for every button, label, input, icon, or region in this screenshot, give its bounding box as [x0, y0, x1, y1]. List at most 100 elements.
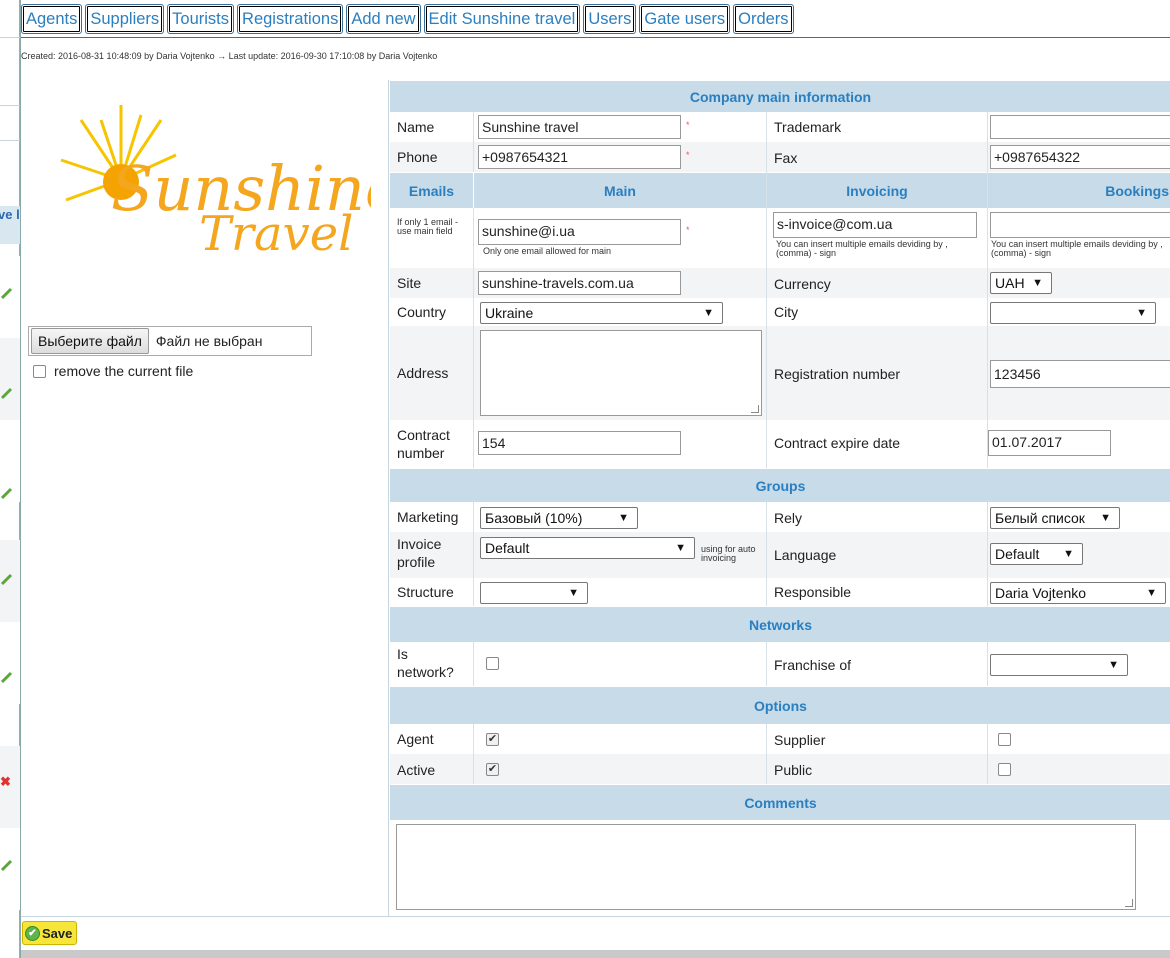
divider	[0, 140, 20, 141]
logo-file-input[interactable]: Выберите файл Файл не выбран	[28, 326, 312, 356]
rely-label: Rely	[774, 510, 803, 526]
resize-grip-icon[interactable]	[751, 405, 759, 413]
background-row	[0, 338, 20, 420]
active-checkbox[interactable]: ✔	[486, 763, 499, 776]
chevron-down-icon: ▼	[675, 542, 686, 554]
marketing-select[interactable]: Базовый (10%) ▼	[480, 507, 638, 529]
tab-orders[interactable]: Orders	[733, 4, 794, 34]
city-select[interactable]: ▼	[990, 302, 1156, 324]
divider	[987, 642, 988, 686]
tab-add-new[interactable]: Add new	[346, 4, 421, 34]
invoicing-email-header: Invoicing	[767, 172, 987, 208]
choose-file-button[interactable]: Выберите файл	[31, 328, 149, 354]
pencil-icon[interactable]	[0, 670, 14, 684]
contract-number-input[interactable]: 154	[478, 431, 681, 455]
city-label: City	[774, 304, 799, 320]
responsible-select[interactable]: Daria Vojtenko ▼	[990, 582, 1166, 604]
supplier-checkbox[interactable]	[998, 733, 1011, 746]
public-checkbox[interactable]	[998, 763, 1011, 776]
divider	[987, 724, 988, 784]
divider	[987, 502, 988, 606]
divider	[473, 112, 474, 172]
language-select[interactable]: Default ▼	[990, 543, 1083, 565]
section-comments: Comments	[390, 784, 1170, 820]
name-input[interactable]: Sunshine travel	[478, 115, 681, 139]
registration-number-input[interactable]: 123456	[990, 360, 1170, 388]
contract-expire-label: Contract expire date	[774, 435, 901, 451]
required-marker: *	[686, 150, 690, 160]
pencil-icon[interactable]	[0, 286, 14, 300]
address-textarea[interactable]	[480, 330, 762, 416]
pencil-icon[interactable]	[0, 486, 14, 500]
tab-tourists[interactable]: Tourists	[167, 4, 235, 34]
registration-number-label: Registration number	[774, 366, 901, 382]
save-button[interactable]: ✔ Save	[22, 921, 78, 945]
fax-label: Fax	[774, 150, 798, 166]
email-hint: If only 1 email - use main field	[397, 217, 459, 236]
phone-input[interactable]: +0987654321	[478, 145, 681, 169]
franchise-select[interactable]: ▼	[990, 654, 1128, 676]
divider	[987, 112, 988, 468]
section-networks: Networks	[390, 606, 1170, 642]
invoice-profile-select[interactable]: Default ▼	[480, 537, 695, 559]
horizontal-scrollbar[interactable]	[21, 950, 1170, 958]
trademark-label: Trademark	[774, 119, 842, 135]
divider	[473, 724, 474, 784]
country-select[interactable]: Ukraine ▼	[480, 302, 723, 324]
is-network-label: Is network?	[397, 646, 454, 680]
pencil-icon[interactable]	[0, 858, 14, 872]
background-row	[0, 622, 20, 704]
main-email-note: Only one email allowed for main	[483, 246, 612, 256]
remove-file-option[interactable]: remove the current file	[33, 363, 193, 379]
bookings-email-note: You can insert multiple emails deviding …	[991, 240, 1163, 258]
country-label: Country	[397, 304, 447, 320]
invoicing-email-input[interactable]: s-invoice@com.ua	[773, 212, 977, 238]
comments-textarea[interactable]	[396, 824, 1136, 910]
logo-panel: Sunshine Travel Выберите файл Файл не вы…	[21, 80, 389, 916]
required-marker: *	[686, 120, 690, 130]
tab-suppliers[interactable]: Suppliers	[85, 4, 165, 34]
chevron-down-icon: ▼	[1108, 659, 1119, 671]
contract-expire-input[interactable]: 01.07.2017	[988, 430, 1111, 456]
remove-file-checkbox[interactable]	[33, 364, 46, 378]
section-main-info: Company main information	[390, 80, 1170, 112]
resize-grip-icon[interactable]	[1125, 899, 1133, 907]
chevron-down-icon: ▼	[1100, 512, 1111, 524]
company-logo: Sunshine Travel	[60, 105, 371, 260]
tab-registrations[interactable]: Registrations	[237, 4, 344, 34]
chevron-down-icon: ▼	[703, 307, 714, 319]
chevron-down-icon: ▼	[1146, 587, 1157, 599]
invoicing-email-note: You can insert multiple emails deviding …	[776, 239, 948, 258]
currency-label: Currency	[774, 276, 831, 292]
required-marker: *	[686, 225, 690, 235]
bookings-email-input[interactable]	[990, 212, 1170, 238]
structure-select[interactable]: ▼	[480, 582, 588, 604]
rely-select[interactable]: Белый список ▼	[990, 507, 1120, 529]
pencil-icon[interactable]	[0, 386, 14, 400]
chevron-down-icon: ▼	[568, 587, 579, 599]
fax-input[interactable]: +0987654322	[990, 145, 1170, 169]
agent-checkbox[interactable]: ✔	[486, 733, 499, 746]
site-input[interactable]: sunshine-travels.com.ua	[478, 271, 681, 295]
site-label: Site	[397, 275, 422, 291]
tab-agents[interactable]: Agents	[21, 4, 83, 34]
main-email-header: Main	[474, 172, 766, 208]
invoice-profile-label: Invoice profile	[397, 536, 442, 570]
form-footer: ✔ Save	[21, 916, 1170, 950]
trademark-input[interactable]	[990, 115, 1170, 139]
currency-select[interactable]: UAH ▼	[990, 272, 1052, 294]
chevron-down-icon: ▼	[1136, 307, 1147, 319]
record-meta: Created: 2016-08-31 10:48:09 by Daria Vo…	[21, 51, 438, 61]
invoice-profile-note: using for auto invoicing	[701, 544, 756, 563]
address-label: Address	[397, 365, 449, 381]
tab-users[interactable]: Users	[583, 4, 637, 34]
divider	[766, 112, 767, 468]
chevron-down-icon: ▼	[618, 512, 629, 524]
main-email-input[interactable]: sunshine@i.ua	[478, 219, 681, 245]
tab-edit-company[interactable]: Edit Sunshine travel	[423, 4, 581, 34]
is-network-checkbox[interactable]	[486, 657, 499, 670]
delete-icon[interactable]: ✖	[0, 774, 11, 790]
pencil-icon[interactable]	[0, 572, 14, 586]
tab-gate-users[interactable]: Gate users	[639, 4, 731, 34]
divider	[473, 502, 474, 606]
